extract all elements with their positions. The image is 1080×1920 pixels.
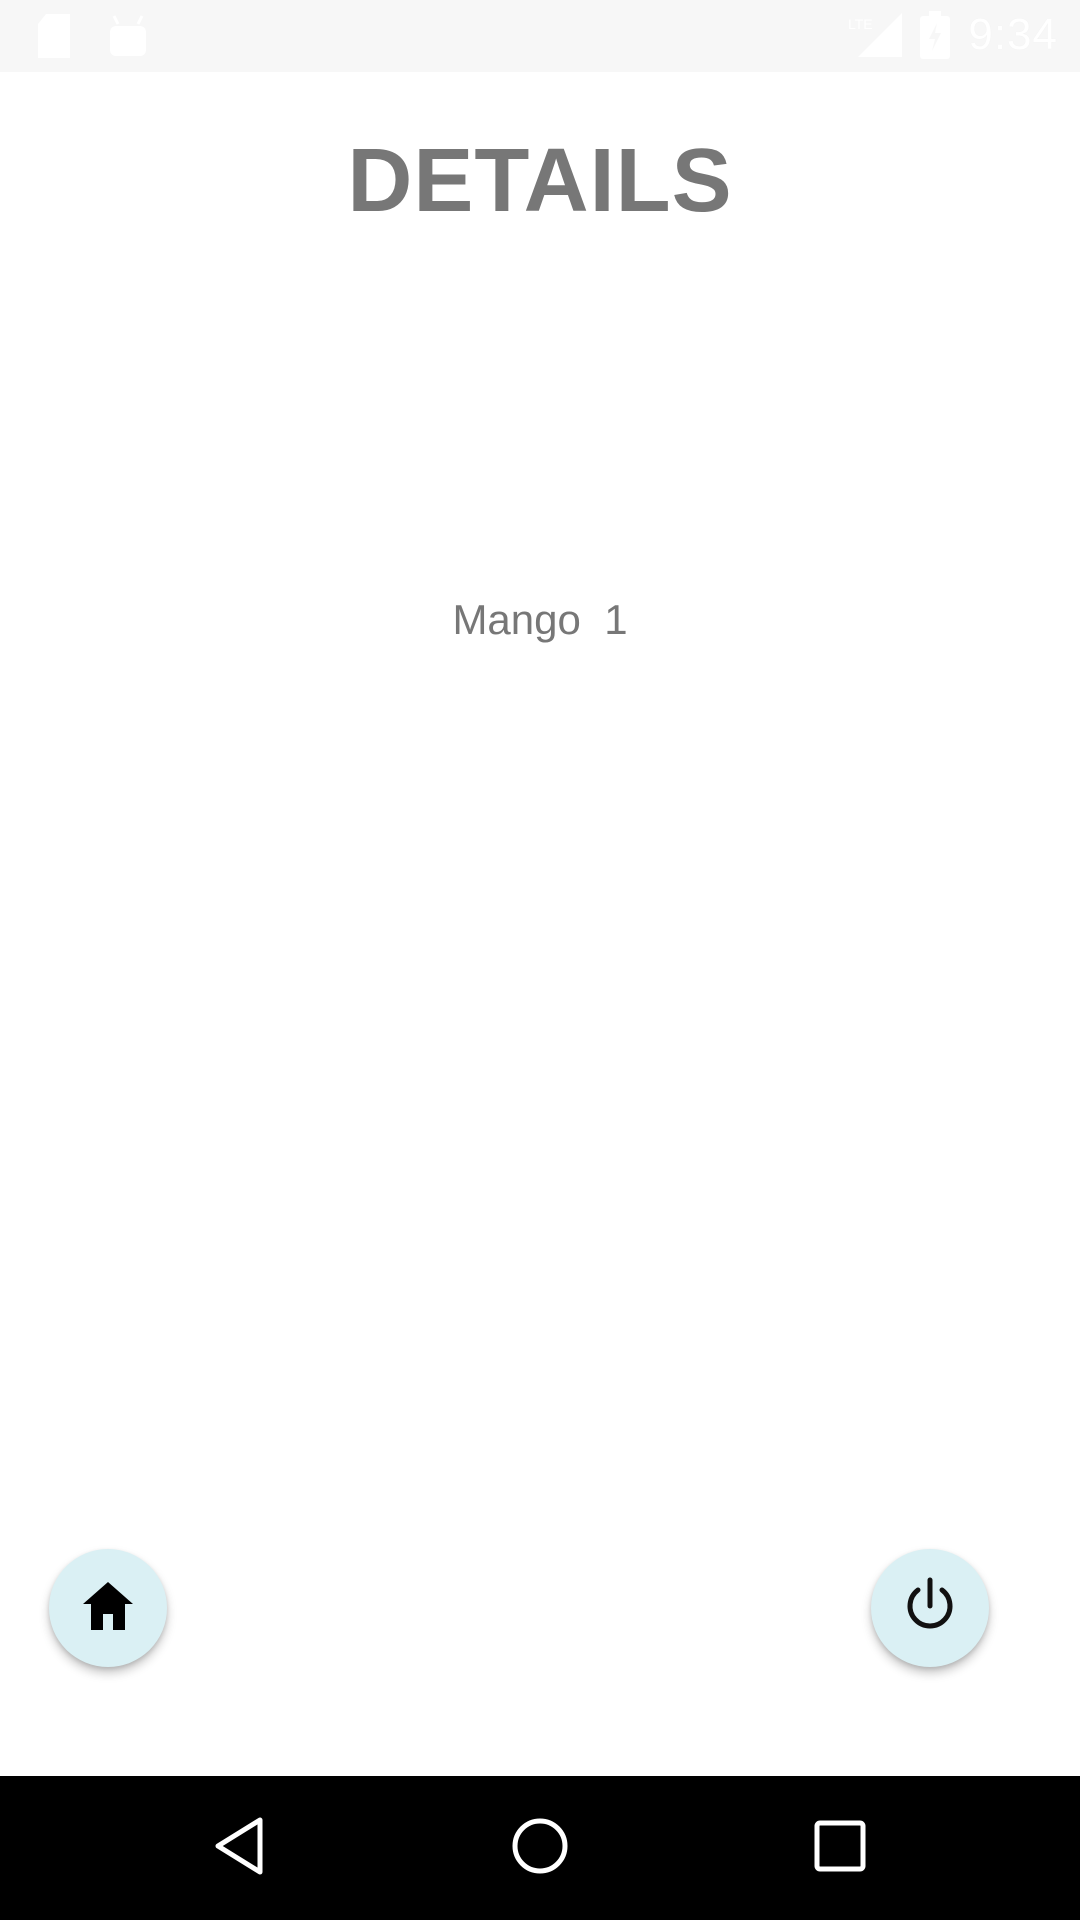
detail-text: Mango 1 — [452, 596, 628, 643]
power-fab-button[interactable] — [871, 1549, 989, 1667]
page-title: DETAILS — [347, 131, 733, 231]
home-icon — [80, 1578, 136, 1639]
home-fab-button[interactable] — [49, 1549, 167, 1667]
details-screen: LTE 9:34 DETAILS Mango 1 — [0, 0, 1080, 1920]
svg-text:LTE: LTE — [848, 16, 873, 32]
nav-recents-button[interactable] — [790, 1798, 890, 1898]
home-circle-icon — [510, 1816, 570, 1881]
nav-back-button[interactable] — [190, 1798, 290, 1898]
back-icon — [210, 1816, 270, 1881]
sd-card-icon — [36, 14, 72, 58]
lte-signal-icon: LTE — [846, 13, 903, 57]
status-bar: LTE 9:34 — [0, 0, 1080, 72]
status-time: 9:34 — [968, 10, 1058, 59]
android-icon — [108, 14, 148, 58]
nav-home-button[interactable] — [490, 1798, 590, 1898]
recents-icon — [812, 1818, 868, 1879]
navigation-bar — [0, 1776, 1080, 1920]
power-icon — [900, 1576, 960, 1641]
battery-charging-icon — [920, 11, 951, 59]
